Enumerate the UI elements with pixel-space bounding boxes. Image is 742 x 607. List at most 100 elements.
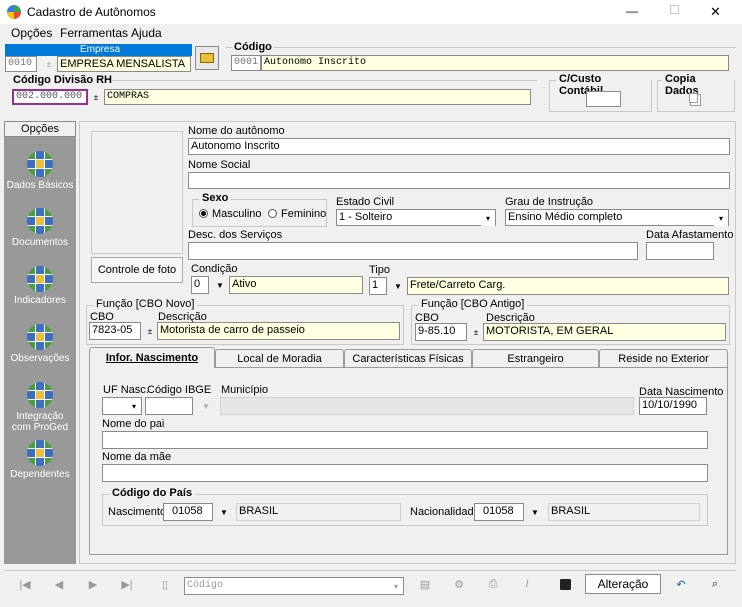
grau-select[interactable]: Ensino Médio completo [505, 209, 729, 226]
menu-ferramentas[interactable]: Ferramentas [60, 26, 128, 40]
prev-record-button[interactable]: ◀ [44, 574, 74, 594]
menu-opcoes[interactable]: Opções [11, 26, 52, 40]
sidebar-item-dependentes[interactable]: Dependentes [4, 440, 76, 480]
codigo-name-field: Autonomo Inscrito [261, 55, 729, 71]
globe-icon [27, 266, 53, 292]
nome-mae-input[interactable] [102, 464, 708, 482]
tab-infor-nascimento[interactable]: Infor. Nascimento [89, 347, 215, 368]
condicao-label: Condição [191, 263, 238, 275]
grau-chevron-down-icon[interactable]: ▾ [714, 210, 728, 226]
empresa-lookup-icon[interactable]: ± [42, 56, 56, 72]
condicao-code-field[interactable]: 0 [191, 276, 209, 294]
codigo-label: Código [232, 41, 274, 53]
globe-icon [27, 208, 53, 234]
ibge-chevron-down-icon[interactable]: ▼ [199, 398, 213, 414]
footer-codigo-input[interactable]: Código [184, 577, 404, 595]
tipo-code-field[interactable]: 1 [369, 277, 387, 295]
condicao-chevron-down-icon[interactable]: ▼ [213, 277, 227, 293]
italic-icon: I [525, 578, 529, 590]
tab-local-moradia[interactable]: Local de Moradia [215, 349, 344, 367]
data-nascimento-input[interactable]: 10/10/1990 [639, 397, 707, 415]
sexo-masculino-radio[interactable] [199, 209, 208, 218]
sidebar-item-label: Indicadores [14, 295, 66, 306]
sidebar-item-indicadores[interactable]: Indicadores [4, 266, 76, 306]
tab-label: Local de Moradia [237, 352, 322, 365]
menu-ajuda[interactable]: Ajuda [131, 26, 162, 40]
custo-field[interactable] [586, 91, 621, 107]
sexo-feminino-radio[interactable] [268, 209, 277, 218]
divisao-code-field[interactable]: 002.000.000 [12, 89, 88, 105]
prev-record-icon: ◀ [54, 578, 64, 591]
nome-input[interactable]: Autonomo Inscrito [188, 138, 730, 155]
save-button[interactable] [550, 574, 580, 594]
desc-servicos-label: Desc. dos Serviços [188, 229, 283, 241]
globe-icon [27, 382, 53, 408]
nascimento-pais-label: Nascimento [108, 506, 167, 518]
sidebar-item-label: Dados Básicos [6, 180, 74, 191]
last-record-icon: ▶| [121, 578, 133, 591]
divisao-line [112, 80, 537, 81]
cbo-novo-code-field[interactable]: 7823-05 [89, 322, 141, 340]
nome-pai-input[interactable] [102, 431, 708, 449]
sexo-label: Sexo [199, 192, 232, 204]
nome-label: Nome do autônomo [188, 125, 285, 137]
nacionalidade-name-field: BRASIL [548, 503, 700, 521]
ibge-input[interactable] [145, 397, 193, 415]
tab-reside-exterior[interactable]: Reside no Exterior [599, 349, 728, 367]
sidebar-item-dados-basicos[interactable]: Dados Básicos [4, 151, 76, 191]
status-box: Alteração [585, 574, 661, 594]
cbo-novo-lookup-icon[interactable]: ± [143, 323, 157, 339]
photo-control-button[interactable]: Controle de foto [91, 257, 183, 283]
sidebar-item-integracao[interactable]: Integração com ProGed [4, 382, 76, 433]
copy-icon [688, 93, 698, 103]
sidebar-item-label: Dependentes [10, 469, 70, 480]
binoculars-icon: ⌕ [711, 577, 719, 590]
afastamento-input[interactable] [646, 242, 714, 260]
nome-pai-label: Nome do pai [102, 418, 165, 430]
report-button[interactable]: ▤ [410, 574, 440, 594]
social-input[interactable] [188, 172, 730, 189]
close-button[interactable]: ✕ [710, 4, 721, 20]
new-document-button[interactable]: ▯ [150, 574, 180, 594]
tipo-chevron-down-icon[interactable]: ▼ [391, 278, 405, 294]
copy-data-button[interactable] [684, 91, 702, 105]
last-record-button[interactable]: ▶| [112, 574, 142, 594]
nacionalidade-code-field[interactable]: 01058 [474, 503, 524, 521]
nascimento-pais-chevron-down-icon[interactable]: ▼ [217, 504, 231, 520]
sidebar-item-documentos[interactable]: Documentos [4, 208, 76, 248]
divisao-lookup-icon[interactable]: ± [89, 89, 103, 105]
nascimento-pais-name-field: BRASIL [236, 503, 401, 521]
minimize-button[interactable]: — [626, 4, 638, 18]
footer-codigo-chevron-down-icon[interactable]: ▾ [389, 578, 403, 594]
maximize-button[interactable]: ☐ [669, 3, 680, 17]
uf-nasc-chevron-down-icon[interactable]: ▾ [127, 398, 141, 414]
nascimento-pais-code-field[interactable]: 01058 [163, 503, 213, 521]
empresa-code-field[interactable]: 0010 [5, 56, 37, 72]
codigo-code-field[interactable]: 0001 [231, 55, 261, 71]
open-folder-button[interactable] [195, 46, 219, 70]
edit-button[interactable]: I [512, 574, 542, 594]
estado-civil-select[interactable]: 1 - Solteiro [336, 209, 496, 226]
cbo-antigo-code-field[interactable]: 9-85.10 [415, 323, 467, 341]
cbo-antigo-lookup-icon[interactable]: ± [469, 324, 483, 340]
nacionalidade-chevron-down-icon[interactable]: ▼ [528, 504, 542, 520]
photo-frame [91, 131, 183, 254]
sexo-masculino-label: Masculino [212, 208, 262, 220]
tab-estrangeiro[interactable]: Estrangeiro [472, 349, 599, 367]
undo-button[interactable]: ↶ [666, 574, 696, 594]
next-record-icon: ▶ [88, 578, 98, 591]
photo-control-label: Controle de foto [97, 264, 177, 276]
report-icon: ▤ [419, 578, 431, 591]
sidebar-item-observacoes[interactable]: Observações [4, 324, 76, 364]
grau-label: Grau de Instrução [505, 196, 594, 208]
first-record-button[interactable]: |◀ [10, 574, 40, 594]
uf-nasc-label: UF Nasc. [103, 384, 149, 396]
window-title: Cadastro de Autônomos [27, 5, 156, 19]
settings-button[interactable]: ⚙ [444, 574, 474, 594]
search-button[interactable]: ⌕ [700, 574, 730, 594]
estado-civil-chevron-down-icon[interactable]: ▾ [481, 210, 495, 226]
desc-servicos-input[interactable] [188, 242, 638, 260]
next-record-button[interactable]: ▶ [78, 574, 108, 594]
print-button[interactable]: ⎙ [478, 574, 508, 594]
tab-caracteristicas-fisicas[interactable]: Características Físicas [344, 349, 472, 367]
